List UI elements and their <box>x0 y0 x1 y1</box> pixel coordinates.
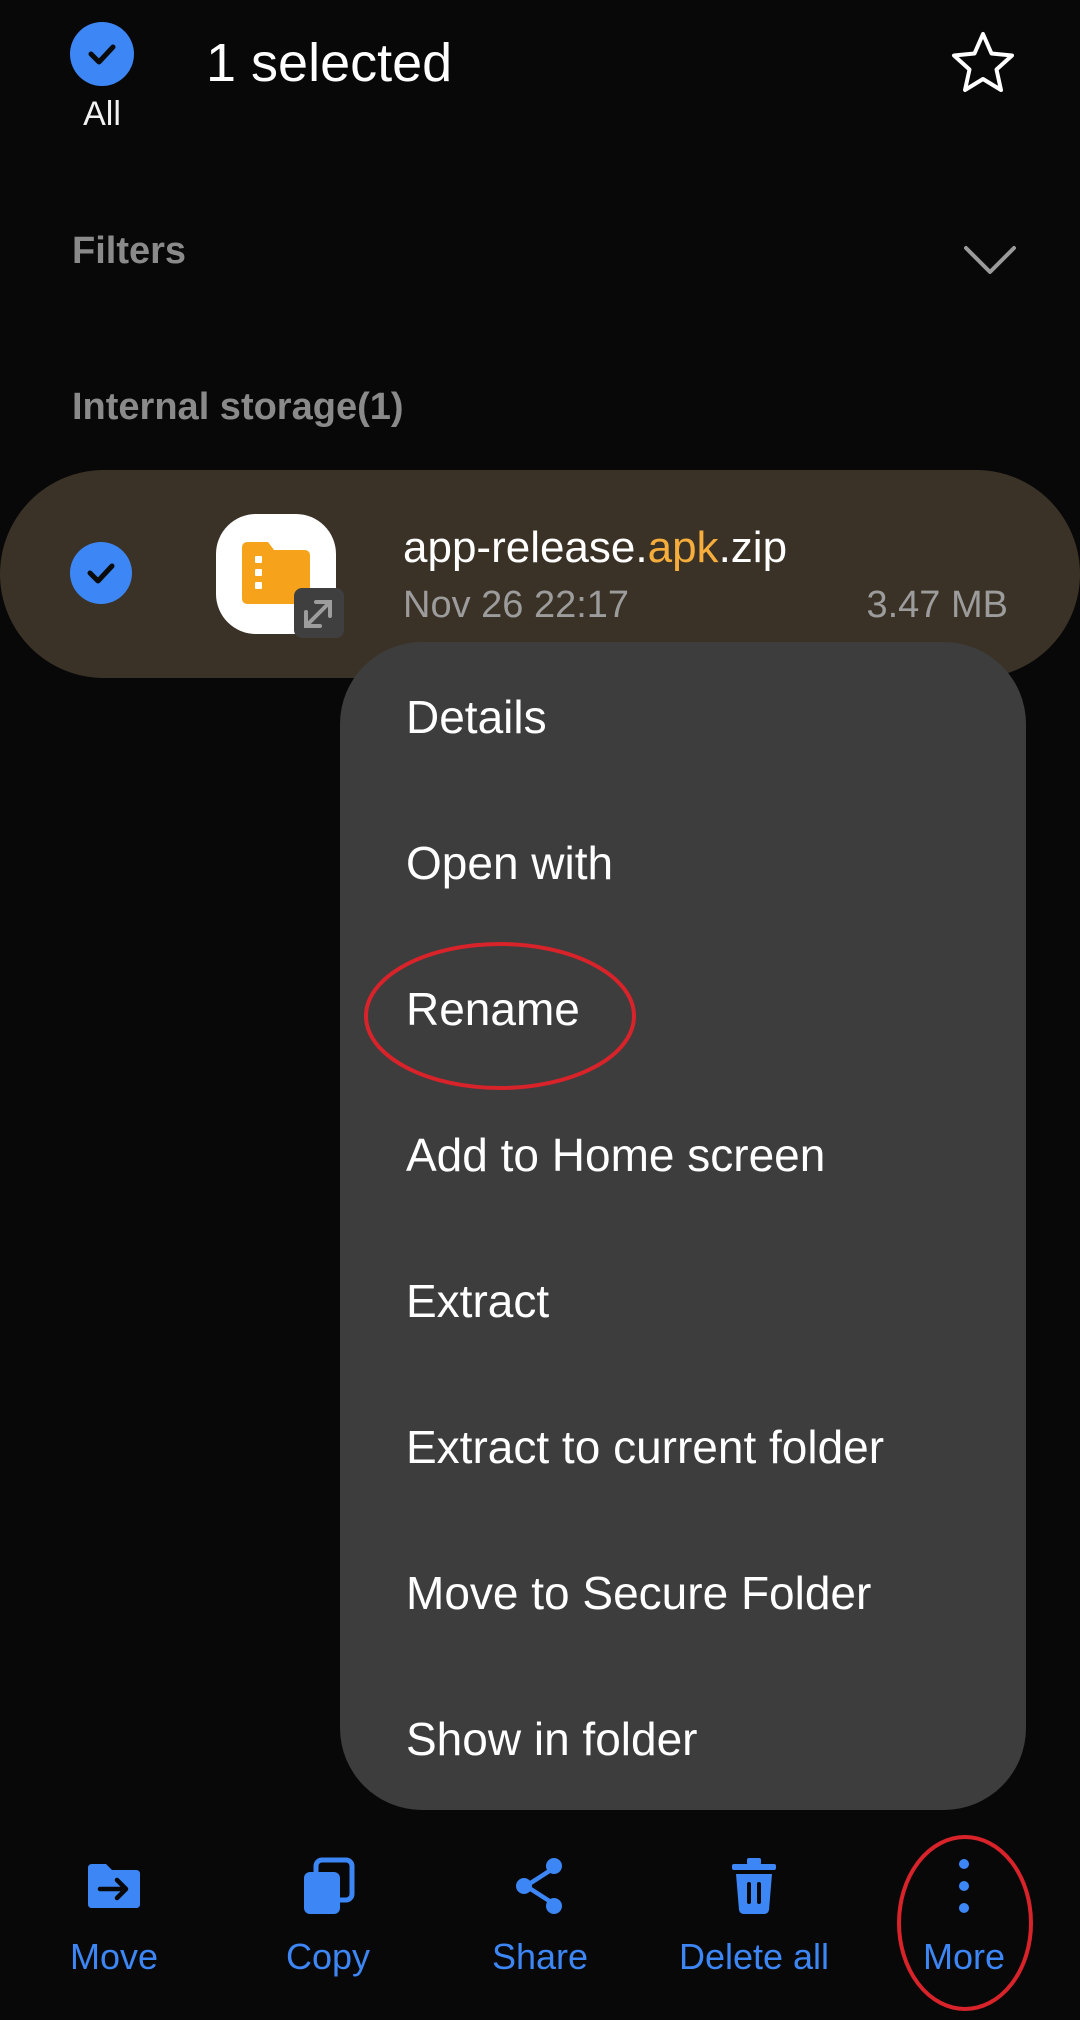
menu-item-open-with[interactable]: Open with <box>340 790 1026 936</box>
chevron-down-icon <box>962 232 1018 288</box>
menu-item-label: Move to Secure Folder <box>406 1567 872 1619</box>
checkmark-icon <box>70 22 134 86</box>
move-folder-icon <box>82 1854 146 1918</box>
filters-label: Filters <box>72 230 187 272</box>
favorite-button[interactable] <box>948 28 1018 98</box>
menu-item-label: Add to Home screen <box>406 1129 826 1181</box>
file-name-prefix: app-release. <box>403 523 648 572</box>
copy-label: Copy <box>285 1936 371 1977</box>
menu-item-show-in-folder[interactable]: Show in folder <box>340 1666 1026 1812</box>
menu-item-label: Show in folder <box>406 1713 698 1765</box>
menu-item-add-to-home-screen[interactable]: Add to Home screen <box>340 1082 1026 1228</box>
menu-item-label: Open with <box>406 837 614 889</box>
select-all-label: All <box>83 95 121 133</box>
item-checkbox[interactable] <box>70 542 132 604</box>
file-name-suffix: .zip <box>718 523 788 572</box>
copy-icon <box>296 1854 360 1918</box>
file-date: Nov 26 22:17 <box>403 584 630 626</box>
share-label: Share <box>491 1936 589 1977</box>
menu-item-extract[interactable]: Extract <box>340 1228 1026 1374</box>
section-title: Internal storage(1) <box>72 386 404 428</box>
more-highlight-circle <box>897 1835 1033 2011</box>
menu-item-label: Extract <box>406 1275 550 1327</box>
select-all-checkbox[interactable]: All <box>56 22 148 142</box>
delete-all-label: Delete all <box>678 1936 830 1977</box>
copy-button[interactable]: Copy <box>238 1840 418 2010</box>
file-name: app-release.apk.zip <box>403 520 787 576</box>
share-button[interactable]: Share <box>450 1840 630 2010</box>
file-name-highlight: apk <box>647 523 719 572</box>
rename-highlight-circle <box>364 942 636 1090</box>
delete-all-button[interactable]: Delete all <box>664 1840 844 2010</box>
star-icon <box>952 32 1014 92</box>
menu-item-label: Extract to current folder <box>406 1421 885 1473</box>
menu-item-label: Details <box>406 691 547 743</box>
page-title: 1 selected <box>206 33 453 93</box>
shortcut-arrow-icon <box>294 588 344 638</box>
checkmark-icon <box>70 542 132 604</box>
menu-item-extract-to-current-folder[interactable]: Extract to current folder <box>340 1374 1026 1520</box>
move-label: Move <box>69 1936 159 1977</box>
move-button[interactable]: Move <box>24 1840 204 2010</box>
share-icon <box>508 1854 572 1918</box>
menu-item-move-to-secure-folder[interactable]: Move to Secure Folder <box>340 1520 1026 1666</box>
trash-icon <box>722 1854 786 1918</box>
menu-item-details[interactable]: Details <box>340 644 1026 790</box>
filters-toggle[interactable]: Filters <box>0 220 1080 300</box>
file-size: 3.47 MB <box>866 584 1008 626</box>
context-menu: Details Open with Rename Add to Home scr… <box>340 642 1026 1810</box>
